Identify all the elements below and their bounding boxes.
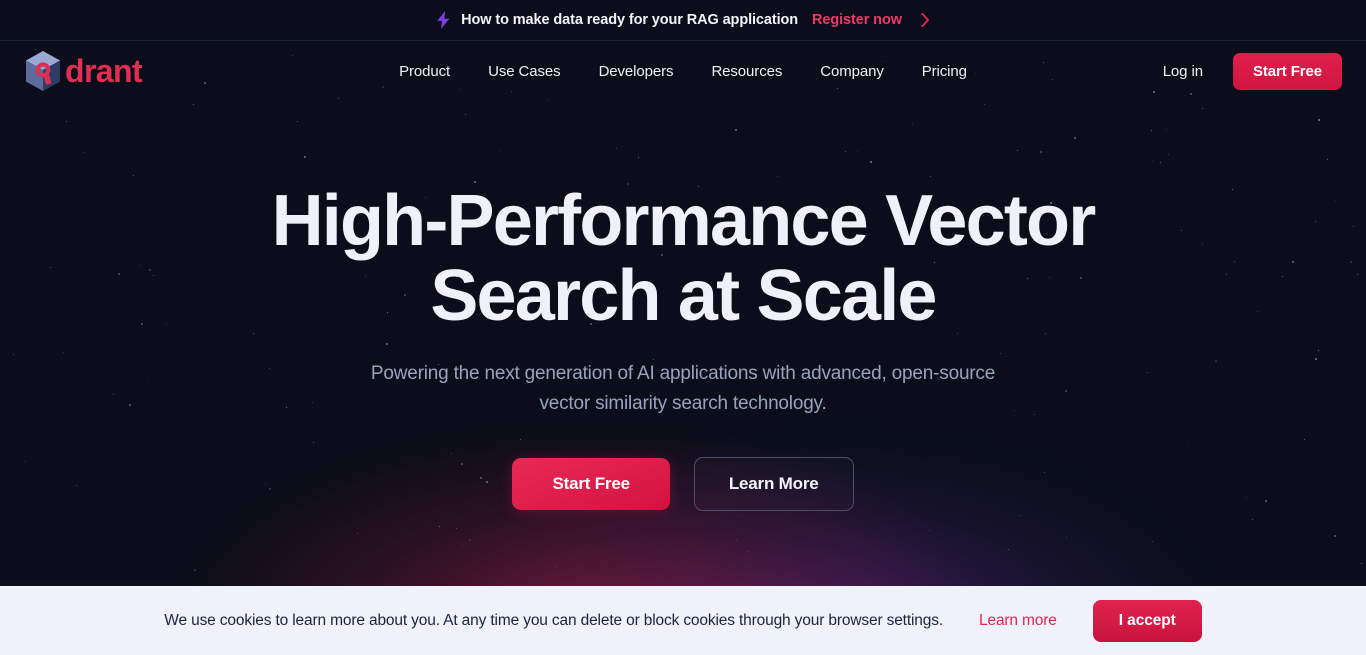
- hero-learn-more-button[interactable]: Learn More: [693, 457, 854, 511]
- nav-item-resources[interactable]: Resources: [711, 63, 782, 80]
- star-dot: [1334, 535, 1337, 538]
- star-dot: [439, 526, 441, 528]
- star-dot: [736, 540, 738, 542]
- hero-content: High-Performance Vector Search at Scale …: [0, 41, 1366, 511]
- hero-section: High-Performance Vector Search at Scale …: [0, 41, 1366, 586]
- nav-item-pricing[interactable]: Pricing: [922, 63, 967, 80]
- register-now-link[interactable]: Register now: [812, 12, 902, 28]
- star-dot: [1152, 541, 1154, 543]
- star-dot: [746, 551, 748, 553]
- landing-page: How to make data ready for your RAG appl…: [0, 0, 1366, 655]
- header-start-free-button[interactable]: Start Free: [1232, 52, 1342, 90]
- nav-item-company[interactable]: Company: [820, 63, 884, 80]
- header-actions: Log in Start Free: [1042, 52, 1342, 90]
- star-dot: [462, 545, 464, 546]
- star-dot: [928, 530, 930, 532]
- lightning-bolt-icon: [436, 11, 451, 29]
- hero-cta-row: Start Free Learn More: [0, 457, 1366, 511]
- star-dot: [769, 546, 771, 548]
- star-dot: [1252, 519, 1254, 521]
- star-dot: [1066, 536, 1068, 538]
- nav-item-use-cases[interactable]: Use Cases: [488, 63, 561, 80]
- star-dot: [469, 539, 472, 542]
- star-dot: [1007, 548, 1009, 550]
- page-title: High-Performance Vector Search at Scale: [271, 181, 1097, 336]
- cookie-accept-button[interactable]: I accept: [1092, 599, 1202, 642]
- hero-subtitle: Powering the next generation of AI appli…: [370, 363, 996, 414]
- logo-wordmark: drant: [65, 53, 143, 89]
- cookie-learn-more-link[interactable]: Learn more: [979, 612, 1057, 630]
- chevron-right-icon[interactable]: [921, 13, 930, 27]
- cookie-consent-banner: We use cookies to learn more about you. …: [0, 586, 1366, 655]
- announcement-text: How to make data ready for your RAG appl…: [461, 12, 799, 28]
- log-in-link[interactable]: Log in: [1163, 63, 1203, 80]
- nav-item-product[interactable]: Product: [399, 63, 450, 80]
- star-dot: [456, 528, 458, 530]
- qdrant-logo[interactable]: drant: [24, 50, 324, 92]
- nav-item-developers[interactable]: Developers: [599, 63, 674, 80]
- star-dot: [356, 532, 358, 534]
- star-dot: [193, 568, 196, 571]
- star-dot: [443, 512, 445, 514]
- cookie-message: We use cookies to learn more about you. …: [164, 611, 943, 629]
- site-header: drant Product Use Cases Developers Resou…: [0, 41, 1366, 101]
- star-dot: [1361, 563, 1363, 565]
- qdrant-cube-logo-icon: [24, 50, 62, 92]
- hero-start-free-button[interactable]: Start Free: [512, 458, 670, 510]
- primary-navigation: Product Use Cases Developers Resources C…: [324, 63, 1042, 80]
- star-dot: [554, 566, 556, 568]
- star-dot: [741, 514, 743, 516]
- star-dot: [1019, 515, 1021, 517]
- announcement-bar: How to make data ready for your RAG appl…: [0, 0, 1366, 41]
